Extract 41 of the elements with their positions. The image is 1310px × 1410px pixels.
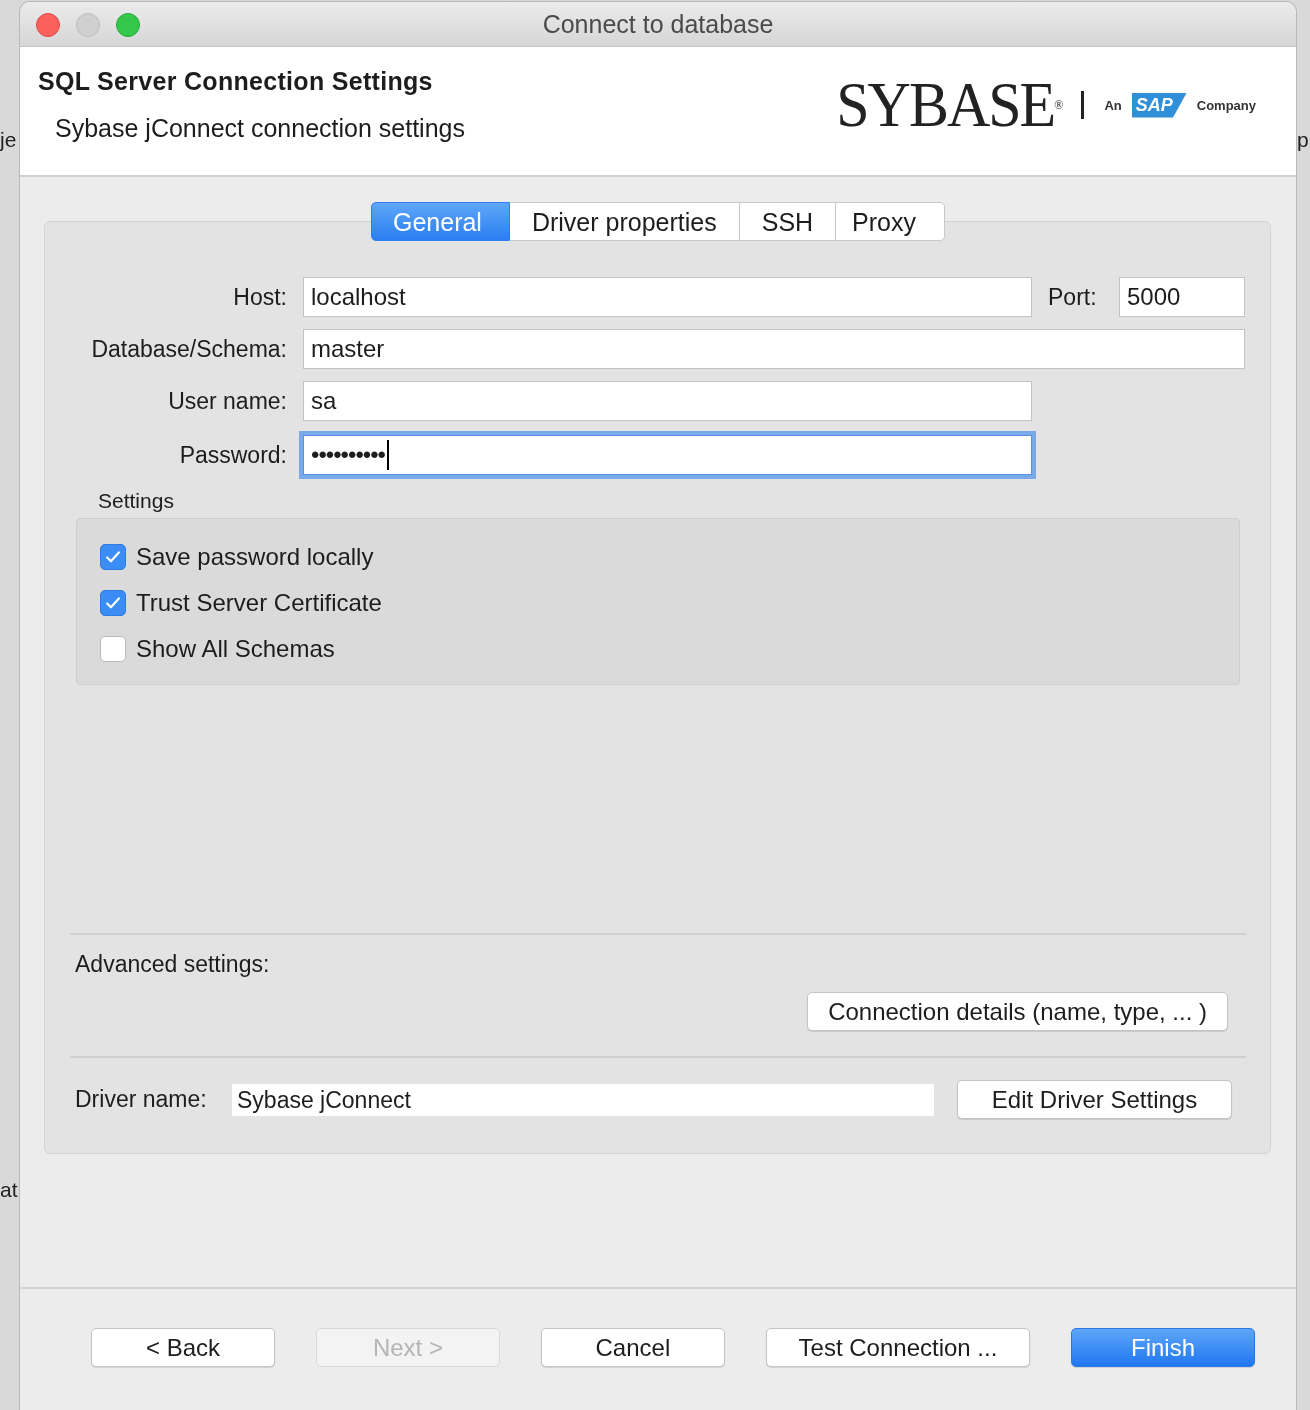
field-label: Host: [232,283,287,311]
logo-divider [1081,91,1085,119]
field-label: Database/Schema: [90,335,287,363]
zoom-button[interactable] [116,13,140,37]
checkbox-label: Show All Schemas [136,635,335,663]
background-text: p [1297,127,1309,153]
dialog-button[interactable]: Test Connection ... [765,1328,1031,1367]
page-subtitle: Sybase jConnect connection settings [55,114,465,143]
tab[interactable]: Proxy [836,202,945,241]
text-cursor [387,440,390,470]
input-field[interactable]: master [303,329,1245,369]
connection-details-button[interactable]: Connection details (name, type, ... ) [807,992,1228,1031]
logo-text: Company [1196,97,1256,113]
checkbox[interactable] [100,590,126,616]
checkbox-label: Trust Server Certificate [136,589,382,617]
close-button[interactable] [36,13,60,37]
field-label: Driver name: [75,1086,208,1113]
group-label: Settings [98,489,175,513]
input-field[interactable]: localhost [303,277,1032,317]
driver-name-field[interactable]: Sybase jConnect [232,1083,934,1116]
tab[interactable]: Driver properties [509,202,740,241]
page-title: SQL Server Connection Settings [38,67,434,96]
checkbox[interactable] [100,636,126,662]
edit-driver-settings-button[interactable]: Edit Driver Settings [957,1080,1232,1119]
input-field[interactable]: sa [303,381,1032,421]
checkbox[interactable] [100,544,126,570]
background-text: at [0,1177,18,1203]
logo-wordmark: SYBASE$^{®}$ [836,73,1062,137]
background-text: je [0,127,17,153]
dialog-button[interactable]: Cancel [540,1328,725,1367]
field-label: Port: [1048,283,1098,311]
dialog-button[interactable]: < Back [91,1328,275,1367]
logo-badge: SAP [1131,92,1187,118]
input-field[interactable]: 5000 [1119,277,1245,317]
section-label: Advanced settings: [75,951,271,978]
window-title: Connect to database [542,9,774,39]
logo-text: An [1104,97,1122,113]
checkbox-label: Save password locally [136,543,374,571]
field-label: User name: [167,387,287,415]
field-label: Password: [178,441,287,469]
tab[interactable]: SSH [739,202,837,241]
